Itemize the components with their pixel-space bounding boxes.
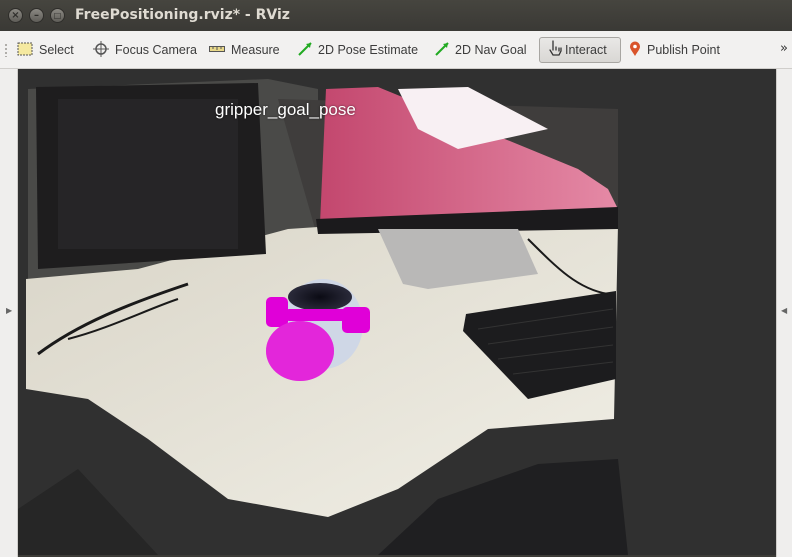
toolbar-grip[interactable]: [4, 43, 8, 57]
collapse-left-icon: ▶: [6, 306, 13, 315]
measure-icon: [209, 43, 225, 57]
left-dock-handle[interactable]: ▶: [0, 69, 18, 557]
tool-measure[interactable]: Measure: [209, 37, 280, 63]
point-cloud-render: [18, 79, 628, 555]
collapse-right-icon: ◀: [781, 306, 788, 315]
pose-estimate-icon: [298, 41, 312, 59]
tool-select-label: Select: [39, 43, 74, 57]
title-bar: × – □ FreePositioning.rviz* - RViz: [0, 0, 792, 31]
window-title: FreePositioning.rviz* - RViz: [75, 7, 290, 23]
focus-camera-icon: [93, 40, 109, 60]
toolbar-overflow-button[interactable]: »: [780, 41, 788, 56]
tool-toolbar: Select Focus Camera Measure 2D Pose Esti…: [0, 31, 792, 69]
hand-pointer-icon: [548, 40, 562, 60]
tool-publish-point-label: Publish Point: [647, 43, 720, 57]
tool-publish-point[interactable]: Publish Point: [629, 37, 720, 63]
tool-interact[interactable]: Interact: [539, 37, 621, 63]
right-dock-handle[interactable]: ◀: [776, 69, 792, 557]
tool-2d-pose-estimate[interactable]: 2D Pose Estimate: [298, 37, 418, 63]
select-icon: [17, 42, 33, 59]
tool-focus-camera[interactable]: Focus Camera: [93, 37, 197, 63]
nav-goal-icon: [435, 41, 449, 59]
tool-2d-nav-goal[interactable]: 2D Nav Goal: [435, 37, 527, 63]
map-pin-icon: [629, 41, 641, 60]
maximize-window-button[interactable]: □: [50, 8, 65, 23]
tool-2d-nav-goal-label: 2D Nav Goal: [455, 43, 527, 57]
tool-2d-pose-estimate-label: 2D Pose Estimate: [318, 43, 419, 57]
marker-label: gripper_goal_pose: [215, 100, 356, 119]
minimize-icon: –: [34, 9, 39, 21]
tool-interact-label: Interact: [565, 43, 607, 57]
3d-viewport[interactable]: gripper_goal_pose: [18, 69, 776, 555]
tool-measure-label: Measure: [231, 43, 280, 57]
close-window-button[interactable]: ×: [8, 8, 23, 23]
tool-focus-camera-label: Focus Camera: [115, 43, 197, 57]
maximize-icon: □: [53, 10, 62, 20]
minimize-window-button[interactable]: –: [29, 8, 44, 23]
tool-select[interactable]: Select: [17, 37, 74, 63]
close-icon: ×: [11, 9, 20, 21]
